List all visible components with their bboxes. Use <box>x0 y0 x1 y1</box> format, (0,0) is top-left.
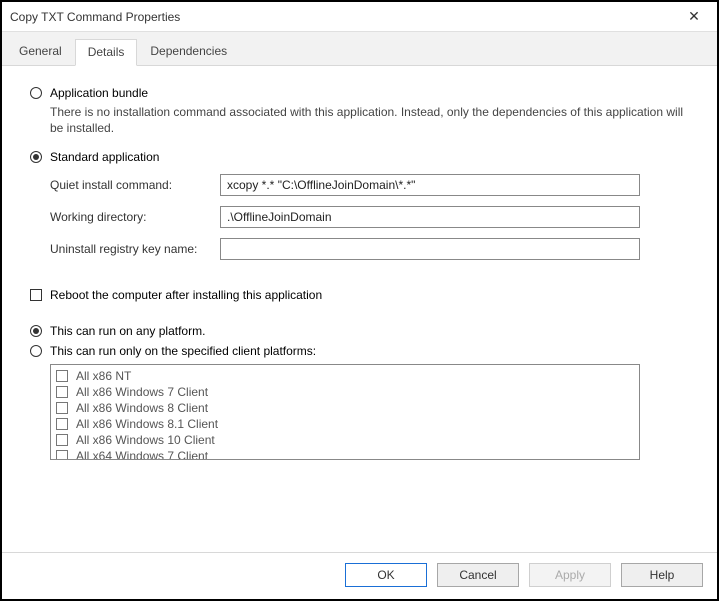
button-bar: OK Cancel Apply Help <box>2 552 717 599</box>
uninstall-key-label: Uninstall registry key name: <box>50 242 220 256</box>
radio-icon[interactable] <box>30 345 42 357</box>
checkbox-icon[interactable] <box>56 402 68 414</box>
tab-strip: General Details Dependencies <box>2 32 717 66</box>
title-bar: Copy TXT Command Properties ✕ <box>2 2 717 32</box>
checkbox-icon[interactable] <box>56 418 68 430</box>
platform-item-label: All x86 Windows 8 Client <box>76 401 208 415</box>
content-area: Application bundle There is no installat… <box>2 66 717 552</box>
quiet-install-input[interactable] <box>220 174 640 196</box>
platform-list[interactable]: All x86 NT All x86 Windows 7 Client All … <box>50 364 640 460</box>
radio-icon[interactable] <box>30 325 42 337</box>
platform-item-label: All x86 Windows 10 Client <box>76 433 215 447</box>
platform-any-label: This can run on any platform. <box>50 324 205 338</box>
list-item[interactable]: All x64 Windows 7 Client <box>56 448 634 460</box>
checkbox-icon[interactable] <box>56 450 68 460</box>
checkbox-icon[interactable] <box>56 434 68 446</box>
list-item[interactable]: All x86 Windows 10 Client <box>56 432 634 448</box>
standard-app-option[interactable]: Standard application <box>30 150 695 164</box>
install-fields: Quiet install command: Working directory… <box>50 174 695 260</box>
list-item[interactable]: All x86 Windows 8.1 Client <box>56 416 634 432</box>
platform-item-label: All x86 Windows 7 Client <box>76 385 208 399</box>
standard-app-label: Standard application <box>50 150 159 164</box>
working-directory-label: Working directory: <box>50 210 220 224</box>
tab-general[interactable]: General <box>6 38 75 65</box>
ok-button[interactable]: OK <box>345 563 427 587</box>
working-directory-input[interactable] <box>220 206 640 228</box>
app-bundle-option[interactable]: Application bundle <box>30 86 695 100</box>
checkbox-icon[interactable] <box>56 386 68 398</box>
platform-only-option[interactable]: This can run only on the specified clien… <box>30 344 695 358</box>
checkbox-icon[interactable] <box>30 289 42 301</box>
dialog-window: Copy TXT Command Properties ✕ General De… <box>0 0 719 601</box>
app-bundle-label: Application bundle <box>50 86 148 100</box>
platform-item-label: All x86 NT <box>76 369 131 383</box>
list-item[interactable]: All x86 NT <box>56 368 634 384</box>
tab-dependencies[interactable]: Dependencies <box>137 38 240 65</box>
list-item[interactable]: All x86 Windows 7 Client <box>56 384 634 400</box>
checkbox-icon[interactable] <box>56 370 68 382</box>
apply-button: Apply <box>529 563 611 587</box>
radio-icon[interactable] <box>30 151 42 163</box>
platform-any-option[interactable]: This can run on any platform. <box>30 324 695 338</box>
platform-only-label: This can run only on the specified clien… <box>50 344 316 358</box>
platform-item-label: All x86 Windows 8.1 Client <box>76 417 218 431</box>
cancel-button[interactable]: Cancel <box>437 563 519 587</box>
help-button[interactable]: Help <box>621 563 703 587</box>
window-title: Copy TXT Command Properties <box>10 10 679 24</box>
reboot-label: Reboot the computer after installing thi… <box>50 288 322 302</box>
uninstall-key-input[interactable] <box>220 238 640 260</box>
close-icon[interactable]: ✕ <box>679 8 709 25</box>
platform-item-label: All x64 Windows 7 Client <box>76 449 208 460</box>
quiet-install-label: Quiet install command: <box>50 178 220 192</box>
reboot-option[interactable]: Reboot the computer after installing thi… <box>30 288 695 302</box>
radio-icon[interactable] <box>30 87 42 99</box>
tab-details[interactable]: Details <box>75 39 138 66</box>
list-item[interactable]: All x86 Windows 8 Client <box>56 400 634 416</box>
app-bundle-desc: There is no installation command associa… <box>50 104 695 136</box>
